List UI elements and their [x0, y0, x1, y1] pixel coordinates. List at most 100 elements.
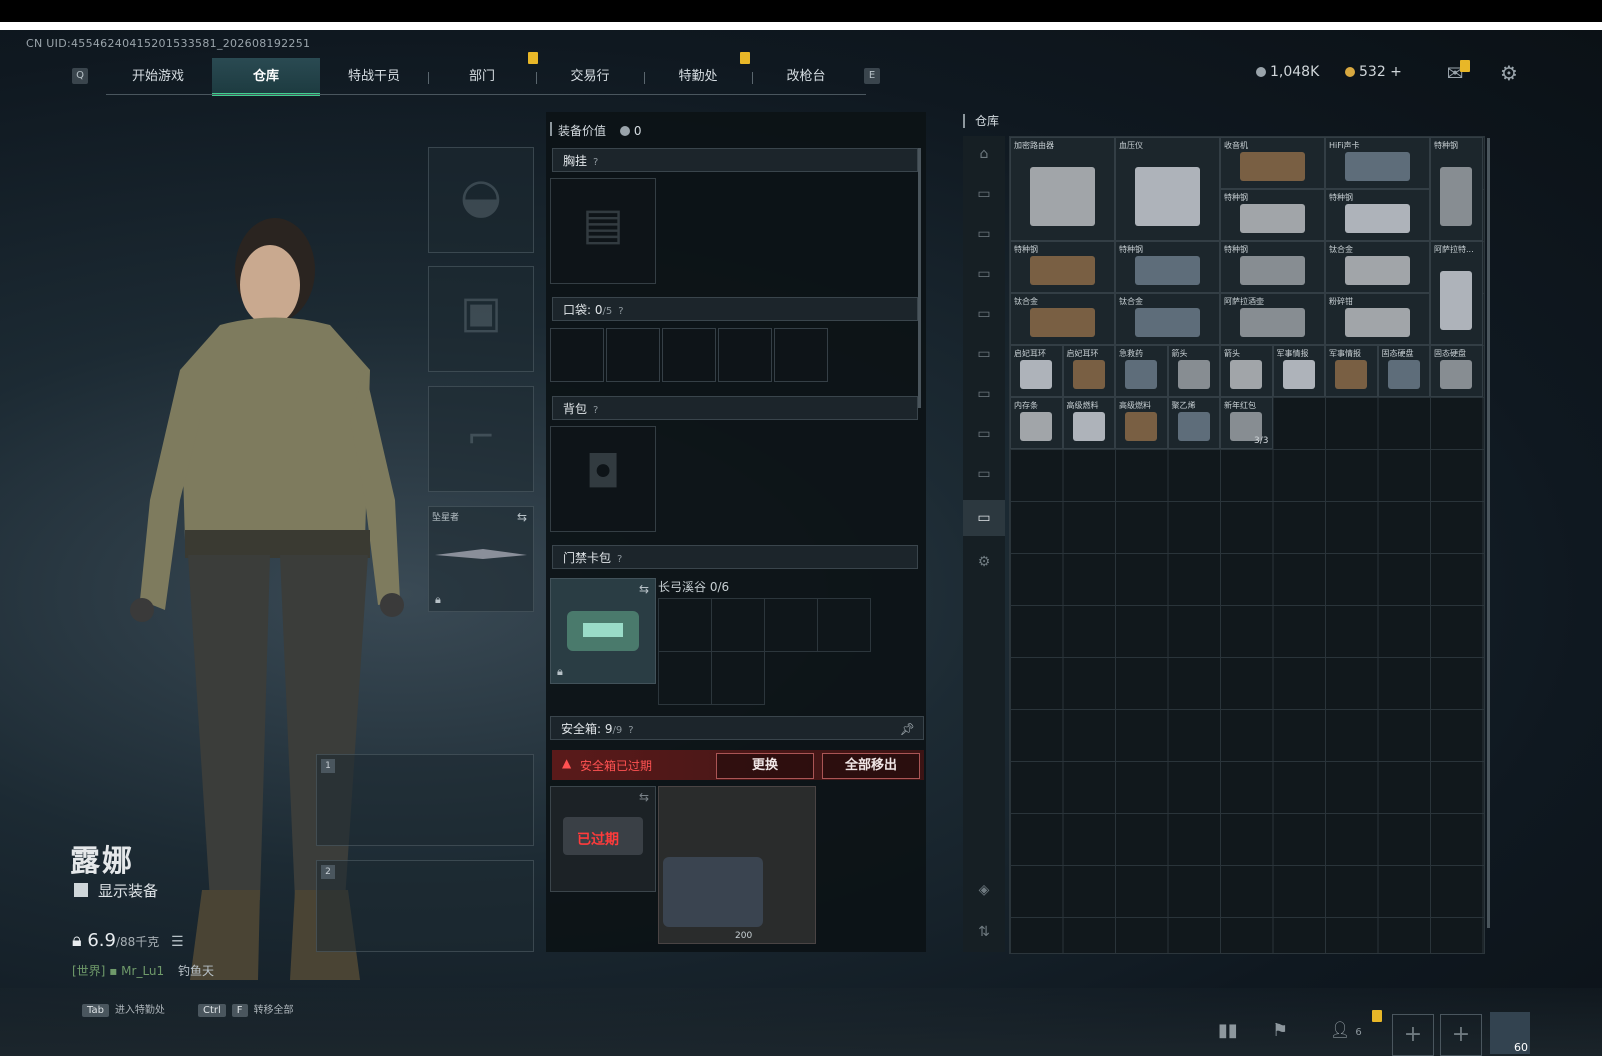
warehouse-item[interactable]: 血压仪: [1115, 137, 1220, 241]
list-icon[interactable]: ☰: [171, 934, 184, 950]
warehouse-item[interactable]: 钛合金: [1325, 241, 1430, 293]
help-icon[interactable]: ?: [593, 151, 603, 175]
primary-weapon-slot-1[interactable]: 1: [316, 754, 534, 846]
pin-icon[interactable]: 📌︎: [900, 717, 915, 741]
warehouse-item[interactable]: 加密路由器: [1010, 137, 1115, 241]
warehouse-item[interactable]: 特种钢: [1220, 189, 1325, 241]
storage-tab-icon[interactable]: ▭: [974, 184, 994, 204]
help-icon[interactable]: ?: [628, 719, 638, 743]
warehouse-item[interactable]: 固态硬盘: [1377, 345, 1430, 397]
add-teammate-button[interactable]: +: [1440, 1014, 1482, 1056]
swap-icon[interactable]: ⇆: [639, 790, 649, 804]
loadout-scrollbar[interactable]: [918, 148, 921, 408]
primary-weapon-slot-2[interactable]: 2: [316, 860, 534, 952]
warehouse-item[interactable]: 新年红包 3/3: [1220, 397, 1273, 449]
swap-icon[interactable]: ⇆: [517, 510, 527, 524]
warehouse-settings-icon[interactable]: ⚙: [974, 552, 994, 572]
storage-tab-icon[interactable]: ▭: [974, 304, 994, 324]
stats-icon[interactable]: ▮▮: [1218, 1020, 1238, 1041]
settings-gear-icon[interactable]: ⚙: [1498, 62, 1520, 84]
replace-button[interactable]: 更换: [716, 753, 814, 779]
keycard-cell[interactable]: [764, 598, 818, 652]
enter-special-ops-hint[interactable]: Tab 进入特勤处: [82, 1001, 165, 1017]
armor-slot[interactable]: ▣: [428, 266, 534, 372]
backpack-slot[interactable]: ◘: [550, 426, 656, 532]
warehouse-item[interactable]: 高级燃料: [1115, 397, 1168, 449]
pocket-slot[interactable]: [606, 328, 660, 382]
help-icon[interactable]: ?: [618, 300, 628, 324]
tab-start-game[interactable]: 开始游戏: [104, 58, 212, 96]
currency-gold[interactable]: 532 +: [1345, 64, 1402, 80]
move-all-button[interactable]: 全部移出: [822, 753, 920, 779]
warehouse-grid[interactable]: 加密路由器 血压仪 收音机 HiFi声卡 特种钢 特种钢 特种钢 特种钢 特种钢 特种钢 钛合金 阿萨…: [1009, 136, 1485, 954]
warehouse-item[interactable]: 特种钢: [1010, 241, 1115, 293]
transfer-all-hint[interactable]: Ctrl F 转移全部: [198, 1001, 294, 1017]
warehouse-item[interactable]: 特种钢: [1430, 137, 1483, 241]
tab-warehouse[interactable]: 仓库: [212, 58, 320, 96]
safebox-contents[interactable]: 200: [658, 786, 816, 944]
friends-icon[interactable]: 👤︎ 6: [1330, 1020, 1362, 1039]
keycard-cell[interactable]: [711, 651, 765, 705]
sort-icon[interactable]: ⇅: [974, 922, 994, 942]
warehouse-item[interactable]: 军事情报: [1272, 345, 1325, 397]
warehouse-item[interactable]: 聚乙烯: [1167, 397, 1220, 449]
warehouse-item[interactable]: 粉碎钳: [1325, 293, 1430, 345]
show-gear-checkbox[interactable]: [74, 883, 88, 897]
keycard-cell[interactable]: [817, 598, 871, 652]
show-gear-toggle[interactable]: 显示装备: [74, 880, 158, 901]
warehouse-item[interactable]: 启妃耳环: [1010, 345, 1063, 397]
storage-tab-icon[interactable]: ▭: [974, 424, 994, 444]
warehouse-home-icon[interactable]: ⌂: [974, 144, 994, 164]
chat-line[interactable]: [世界] ▪ Mr_Lu1 钓鱼天: [72, 962, 214, 979]
help-icon[interactable]: ?: [593, 399, 603, 423]
pocket-slot[interactable]: [662, 328, 716, 382]
warehouse-item[interactable]: 内存条: [1010, 397, 1063, 449]
tab-department[interactable]: 部门: [428, 58, 536, 96]
warehouse-item[interactable]: 钛合金: [1115, 293, 1220, 345]
storage-tab-icon[interactable]: ▭: [974, 384, 994, 404]
tab-operators[interactable]: 特战干员: [320, 58, 428, 96]
tab-trading[interactable]: 交易行: [536, 58, 644, 96]
warehouse-item[interactable]: 箭头: [1167, 345, 1220, 397]
pistol-slot[interactable]: ⌐: [428, 386, 534, 492]
warehouse-scrollbar[interactable]: [1487, 138, 1490, 928]
storage-tab-icon[interactable]: ▭: [974, 464, 994, 484]
keycard-cell[interactable]: [658, 598, 712, 652]
warehouse-item[interactable]: 特种钢: [1325, 189, 1430, 241]
warehouse-item[interactable]: 特种钢: [1115, 241, 1220, 293]
add-teammate-button[interactable]: +: [1392, 1014, 1434, 1056]
warehouse-item[interactable]: 阿萨拉酒壶: [1220, 293, 1325, 345]
layers-icon[interactable]: ◈: [974, 880, 994, 900]
warehouse-item[interactable]: 阿萨拉特...: [1430, 241, 1483, 345]
tab-special-ops[interactable]: 特勤处: [644, 58, 752, 96]
keycard-cell[interactable]: [711, 598, 765, 652]
flag-icon[interactable]: ⚑: [1272, 1020, 1288, 1041]
player-avatar[interactable]: 60: [1490, 1012, 1530, 1054]
storage-tab-icon[interactable]: ▭: [974, 264, 994, 284]
warehouse-item[interactable]: 启妃耳环: [1062, 345, 1115, 397]
warehouse-item[interactable]: HiFi声卡: [1325, 137, 1430, 189]
warehouse-item[interactable]: 特种钢: [1220, 241, 1325, 293]
currency-silver[interactable]: 1,048K: [1256, 64, 1319, 80]
help-icon[interactable]: ?: [617, 548, 627, 572]
pocket-slot[interactable]: [550, 328, 604, 382]
storage-tab-icon[interactable]: ▭: [974, 224, 994, 244]
nav-key-right[interactable]: E: [864, 68, 880, 84]
warehouse-item[interactable]: 高级燃料: [1062, 397, 1115, 449]
warehouse-item[interactable]: 收音机: [1220, 137, 1325, 189]
tab-gunsmith[interactable]: 改枪台: [752, 58, 860, 96]
melee-slot[interactable]: 坠星者 ⇆ 🔒︎: [428, 506, 534, 612]
safebox-slot[interactable]: ⇆ 已过期: [550, 786, 656, 892]
warehouse-item[interactable]: 军事情报: [1325, 345, 1378, 397]
storage-tab-active[interactable]: ▭: [963, 500, 1005, 536]
nav-key-left[interactable]: Q: [72, 68, 88, 84]
chest-rig-slot[interactable]: ▤: [550, 178, 656, 284]
warehouse-item[interactable]: 箭头: [1220, 345, 1273, 397]
keycard-case-slot[interactable]: ⇆ 🔒︎: [550, 578, 656, 684]
keycard-cell[interactable]: [658, 651, 712, 705]
pocket-slot[interactable]: [774, 328, 828, 382]
warehouse-item[interactable]: 急救药: [1115, 345, 1168, 397]
helmet-slot[interactable]: ◒: [428, 147, 534, 253]
pocket-slot[interactable]: [718, 328, 772, 382]
swap-icon[interactable]: ⇆: [639, 582, 649, 596]
